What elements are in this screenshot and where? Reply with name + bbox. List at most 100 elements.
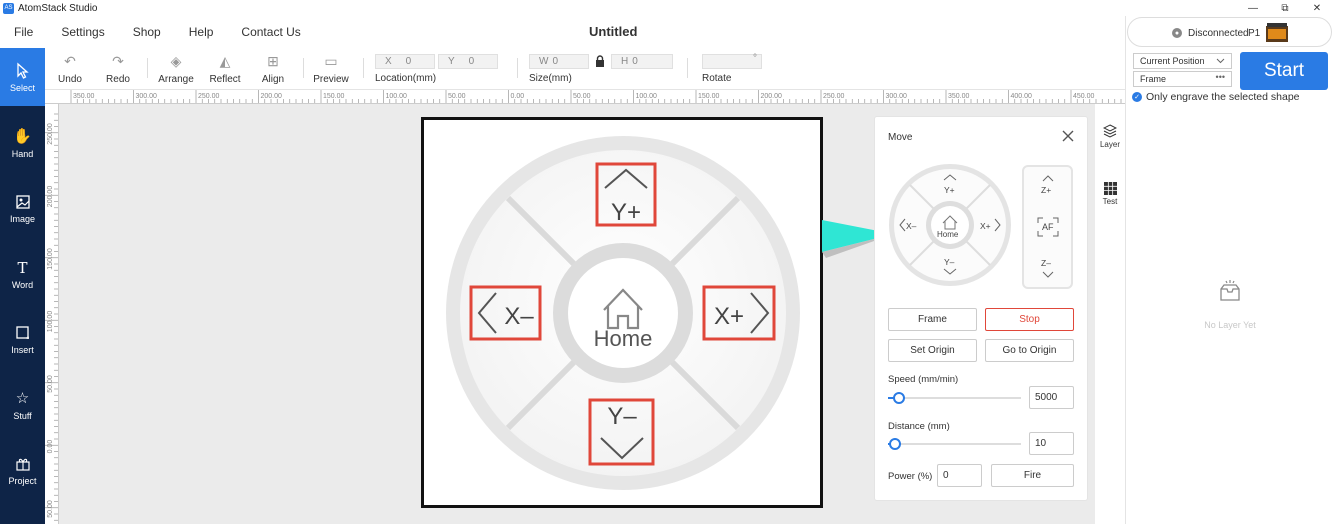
toolbar: ↶ Undo ↷ Redo ◈ Arrange ◭ Reflect ⊞ Alig… <box>45 48 1125 90</box>
jog-home-button[interactable]: Home <box>937 230 958 239</box>
arrange-button[interactable]: ◈ Arrange <box>156 52 196 86</box>
right-panel: ● Disconnected P1 Current Position Frame… <box>1125 16 1333 524</box>
h-field[interactable]: H0 <box>611 54 673 69</box>
ruler-tick-label: 0.00 <box>511 93 525 100</box>
ruler-tick-label: 50.00 <box>47 500 54 518</box>
jog-y-plus-button[interactable]: Y+ <box>944 185 955 195</box>
power-input[interactable]: 0 <box>937 464 982 487</box>
align-icon: ⊞ <box>267 52 279 69</box>
tab-test[interactable]: Test <box>1095 182 1125 206</box>
connection-status[interactable]: ● Disconnected P1 <box>1127 17 1332 47</box>
reflect-label: Reflect <box>209 74 241 85</box>
jog-x-minus-button[interactable]: X– <box>906 221 916 231</box>
ruler-tick-label: 300.00 <box>136 93 158 100</box>
mode-select[interactable]: Frame ••• <box>1133 71 1232 87</box>
x-label: X <box>385 56 392 67</box>
z-minus-button[interactable]: Z– <box>1041 258 1051 268</box>
close-button[interactable]: ✕ <box>1301 0 1333 16</box>
w-field[interactable]: W0 <box>529 54 589 69</box>
distance-label: Distance (mm) <box>888 421 950 432</box>
set-origin-button[interactable]: Set Origin <box>888 339 977 362</box>
menu-bar: File Settings Shop Help Contact Us Untit… <box>0 16 1125 48</box>
ruler-tick-label: 100.00 <box>47 311 54 333</box>
preview-button[interactable]: ▭ Preview <box>311 52 351 86</box>
power-label: Power (%) <box>888 471 933 482</box>
ruler-tick-label: 150.00 <box>47 248 54 270</box>
zoom-y-minus-text: Y– <box>607 403 637 430</box>
go-to-origin-button[interactable]: Go to Origin <box>985 339 1074 362</box>
align-button[interactable]: ⊞ Align <box>253 52 293 86</box>
undo-button[interactable]: ↶ Undo <box>50 52 90 86</box>
distance-slider[interactable] <box>888 438 1021 450</box>
sidebar-item-project[interactable]: Project <box>0 441 45 499</box>
sidebar-item-image[interactable]: Image <box>0 179 45 237</box>
sidebar-label-word: Word <box>11 279 34 290</box>
distance-slider-thumb[interactable] <box>889 438 901 450</box>
empty-layer-text: No Layer Yet <box>1204 320 1256 330</box>
rotate-field[interactable]: ° <box>702 53 762 69</box>
minimize-button[interactable]: — <box>1237 0 1269 16</box>
speed-slider[interactable] <box>888 392 1021 404</box>
sidebar-item-word[interactable]: T Word <box>0 245 45 303</box>
close-icon[interactable] <box>1061 129 1075 143</box>
menu-help[interactable]: Help <box>175 25 228 39</box>
tab-layer-label: Layer <box>1099 140 1120 149</box>
lock-icon[interactable] <box>595 55 605 68</box>
menu-contact-us[interactable]: Contact Us <box>227 25 314 39</box>
ruler-tick-label: 0.00 <box>47 440 54 454</box>
reflect-icon: ◭ <box>219 52 231 69</box>
redo-button[interactable]: ↷ Redo <box>98 52 138 86</box>
speed-slider-thumb[interactable] <box>893 392 905 404</box>
preview-label: Preview <box>313 74 349 85</box>
distance-input[interactable]: 10 <box>1029 432 1074 455</box>
empty-inbox-icon <box>1220 280 1240 301</box>
ruler-tick-label: 200.00 <box>761 93 783 100</box>
cursor-icon <box>16 62 29 79</box>
more-icon[interactable]: ••• <box>1216 72 1225 82</box>
ruler-tick-label: 200.00 <box>47 186 54 208</box>
menu-shop[interactable]: Shop <box>119 25 175 39</box>
start-button[interactable]: Start <box>1240 52 1328 90</box>
sidebar-label-select: Select <box>9 82 35 93</box>
ruler-tick-label: 350.00 <box>948 93 970 100</box>
y-field[interactable]: Y0 <box>438 54 498 69</box>
only-engrave-selected-checkbox[interactable]: ✓ Only engrave the selected shape <box>1132 91 1300 103</box>
image-icon <box>15 194 30 209</box>
speed-label: Speed (mm/min) <box>888 374 959 385</box>
monitor-icon: ▭ <box>324 52 338 69</box>
af-label: AF <box>1042 222 1054 232</box>
x-field[interactable]: X0 <box>375 54 435 69</box>
menu-file[interactable]: File <box>0 25 47 39</box>
h-value: 0 <box>632 56 638 67</box>
gift-icon <box>15 458 30 471</box>
restore-button[interactable]: ⧉ <box>1269 0 1301 16</box>
arrange-icon: ◈ <box>170 52 182 69</box>
toolbar-divider <box>517 58 518 78</box>
sidebar-item-stuff[interactable]: ☆ Stuff <box>0 376 45 434</box>
z-plus-button[interactable]: Z+ <box>1041 185 1051 195</box>
jog-y-minus-button[interactable]: Y– <box>944 257 954 267</box>
frame-button[interactable]: Frame <box>888 308 977 331</box>
tab-layer[interactable]: Layer <box>1095 124 1125 149</box>
jog-x-plus-button[interactable]: X+ <box>980 221 991 231</box>
move-panel: Move Y+ Y– X– X+ Home Z+ AF Z– Frame Sto… <box>874 116 1088 501</box>
sidebar-label-insert: Insert <box>11 344 34 355</box>
ruler-tick-label: 400.00 <box>1011 93 1033 100</box>
insert-icon <box>15 325 29 339</box>
w-value: 0 <box>552 56 559 67</box>
reflect-button[interactable]: ◭ Reflect <box>205 52 245 86</box>
menu-settings[interactable]: Settings <box>47 25 118 39</box>
ruler-tick-label: 450.00 <box>1073 93 1095 100</box>
stop-button[interactable]: Stop <box>985 308 1074 331</box>
af-button[interactable]: AF <box>1037 217 1059 237</box>
ruler-tick-label: 150.00 <box>323 93 345 100</box>
sidebar-item-hand[interactable]: ✋ Hand <box>0 114 45 172</box>
fire-button[interactable]: Fire <box>991 464 1074 487</box>
speed-input[interactable]: 5000 <box>1029 386 1074 409</box>
y-value: 0 <box>468 56 475 67</box>
check-icon: ✓ <box>1132 92 1142 102</box>
sidebar-item-insert[interactable]: Insert <box>0 310 45 368</box>
sidebar-item-select[interactable]: Select <box>0 48 45 106</box>
position-select[interactable]: Current Position <box>1133 53 1232 69</box>
vertical-ruler: 250.00 200.00 150.00 100.00 50.00 0.00 50.00 <box>45 104 59 524</box>
